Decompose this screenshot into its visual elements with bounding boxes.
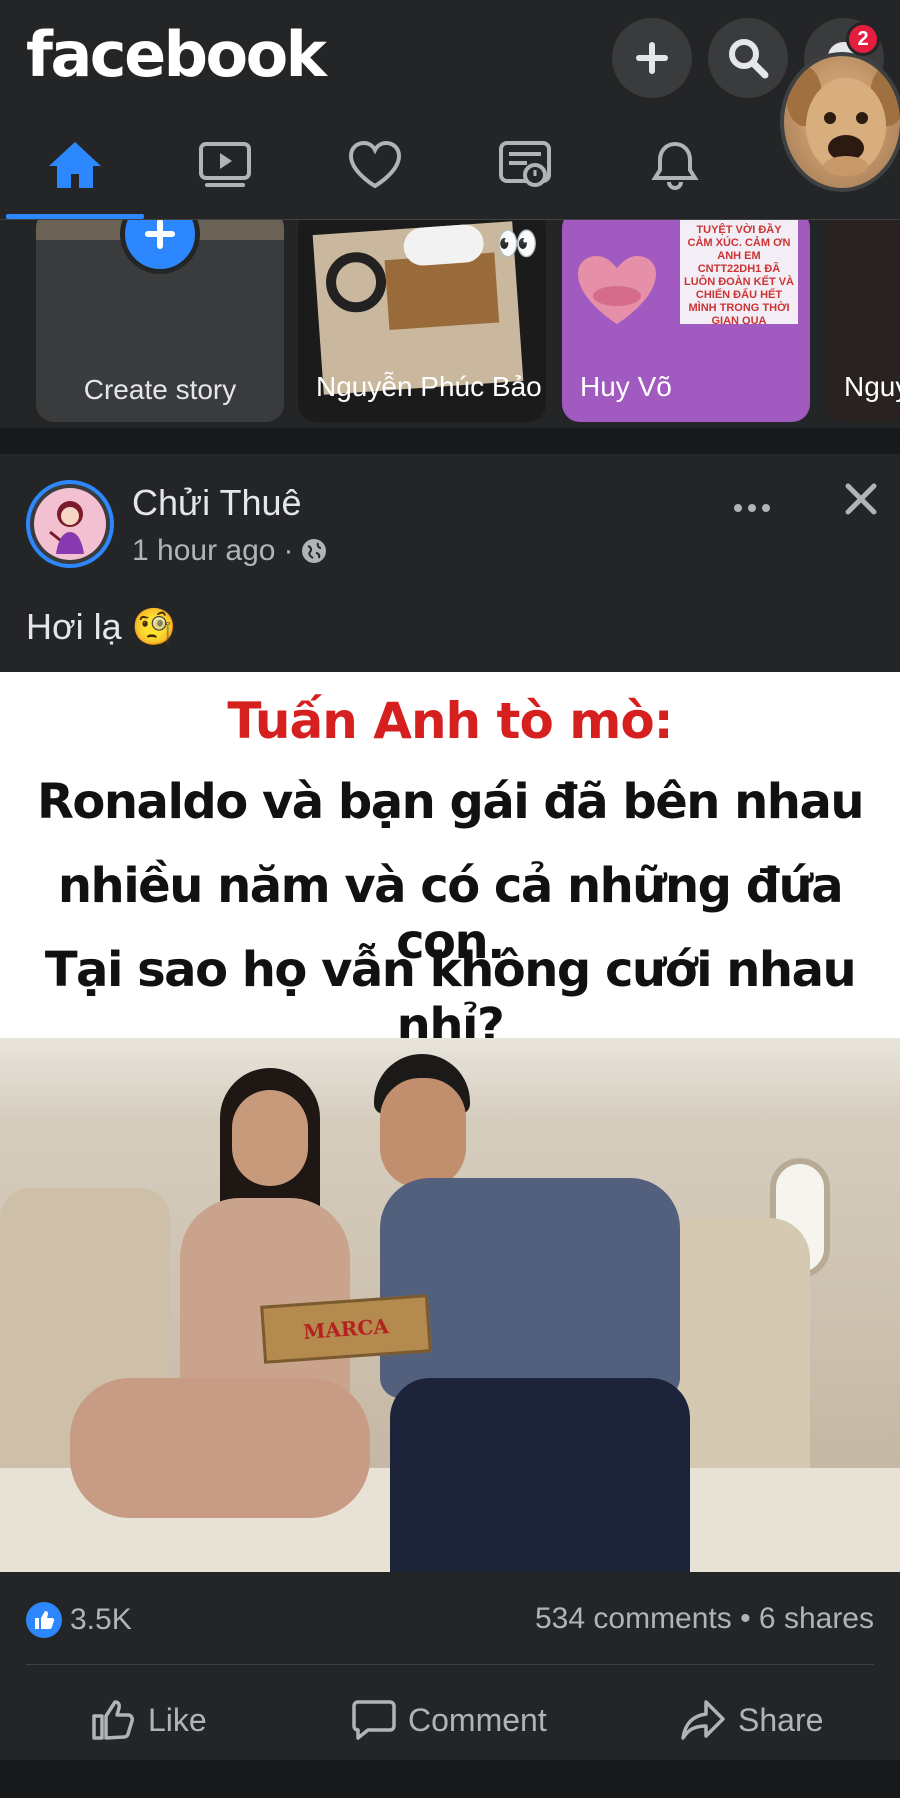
woman-face [232, 1090, 308, 1186]
comments-shares-count[interactable]: 534 comments • 6 shares [535, 1602, 874, 1636]
post-text: Hơi lạ 🧐 [26, 606, 177, 647]
share-arrow-icon [681, 1700, 725, 1740]
stories-tray: Create story 👀 Nguyễn Phúc Bảo TUYỆT VỜI… [0, 220, 900, 428]
newspaper-icon [499, 141, 551, 187]
couple-photo: MARCA [0, 1038, 900, 1572]
close-icon [845, 483, 877, 515]
thumbs-up-icon [92, 1700, 134, 1740]
tab-dating[interactable] [300, 110, 450, 220]
man-trousers [390, 1378, 690, 1572]
reactions-summary[interactable]: 3.5K [26, 1602, 132, 1638]
share-label: Share [738, 1701, 824, 1738]
main-tab-bar [0, 110, 900, 220]
create-story-card[interactable]: Create story [36, 220, 284, 422]
like-label: Like [148, 1701, 207, 1738]
search-icon [729, 39, 769, 79]
actions-divider [26, 1664, 874, 1665]
image-headline: Tuấn Anh tò mò: [227, 692, 673, 750]
create-story-plus-button[interactable] [120, 220, 200, 274]
plus-icon [636, 42, 668, 74]
image-text-line: Ronaldo và bạn gái đã bên nhau [36, 774, 865, 830]
woman-legs [70, 1378, 370, 1518]
post-author-name[interactable]: Chửi Thuê [132, 482, 302, 524]
home-icon [49, 142, 101, 188]
man-face [380, 1078, 466, 1188]
video-icon [199, 142, 251, 187]
tab-notifications[interactable] [600, 110, 750, 220]
more-options-button[interactable] [732, 484, 772, 523]
tab-home[interactable] [0, 110, 150, 220]
reactions-count: 3.5K [70, 1603, 132, 1636]
dog-face-image [786, 66, 900, 176]
story-card[interactable]: TUYỆT VỜI ĐẦY CẢM XÚC. CẢM ƠN ANH EM CNT… [562, 220, 810, 422]
hug-emoji-sticker [578, 256, 656, 324]
marca-label: MARCA [302, 1314, 390, 1344]
notification-badge: 2 [846, 22, 880, 56]
feed-bottom-divider [0, 1760, 900, 1798]
story-name: Nguyễn Phúc Bảo [316, 371, 542, 402]
post-stats: 3.5K 534 comments • 6 shares [0, 1572, 900, 1668]
story-card[interactable]: Nguy… Bửu [826, 220, 900, 422]
story-name: Nguy… Bửu [844, 371, 900, 402]
cartoon-avatar [34, 488, 106, 560]
tab-watch[interactable] [150, 110, 300, 220]
create-story-label: Create story [83, 374, 237, 405]
like-reaction-icon [26, 1602, 62, 1638]
post-timestamp[interactable]: 1 hour ago [132, 534, 275, 568]
meta-separator: · [283, 534, 294, 567]
tab-news[interactable] [450, 110, 600, 220]
marca-box: MARCA [260, 1294, 432, 1364]
search-button[interactable] [708, 18, 788, 98]
story-text-card: TUYỆT VỜI ĐẦY CẢM XÚC. CẢM ƠN ANH EM CNT… [680, 220, 798, 324]
create-button[interactable] [612, 18, 692, 98]
active-tab-indicator [6, 214, 144, 219]
comment-icon [352, 1700, 396, 1740]
dog-avatar-overlay[interactable] [780, 52, 900, 192]
comment-label: Comment [408, 1701, 547, 1738]
story-name: Huy Võ [580, 371, 672, 402]
eyes-sticker: 👀 [496, 225, 539, 263]
man-shirt [380, 1178, 680, 1398]
post-author-avatar[interactable] [26, 480, 114, 568]
top-app-bar: facebook 2 [0, 0, 900, 110]
feed-divider [0, 428, 900, 454]
more-dots-icon [734, 504, 770, 512]
post-image[interactable]: Tuấn Anh tò mò: Ronaldo và bạn gái đã bê… [0, 672, 900, 1572]
facebook-logo[interactable]: facebook [26, 18, 327, 91]
post-meta: 1 hour ago · [132, 534, 327, 568]
share-button[interactable]: Share [680, 1688, 823, 1752]
comment-button[interactable]: Comment [352, 1688, 547, 1752]
bell-icon [651, 141, 699, 190]
globe-icon [302, 539, 327, 563]
hide-post-button[interactable] [836, 474, 886, 524]
like-button[interactable]: Like [90, 1688, 207, 1752]
heart-icon [348, 140, 402, 189]
plus-icon [145, 220, 175, 249]
story-card[interactable]: 👀 Nguyễn Phúc Bảo [298, 220, 546, 422]
feed-post: Chửi Thuê 1 hour ago · Hơi lạ 🧐 Tuấn Anh… [0, 454, 900, 1760]
